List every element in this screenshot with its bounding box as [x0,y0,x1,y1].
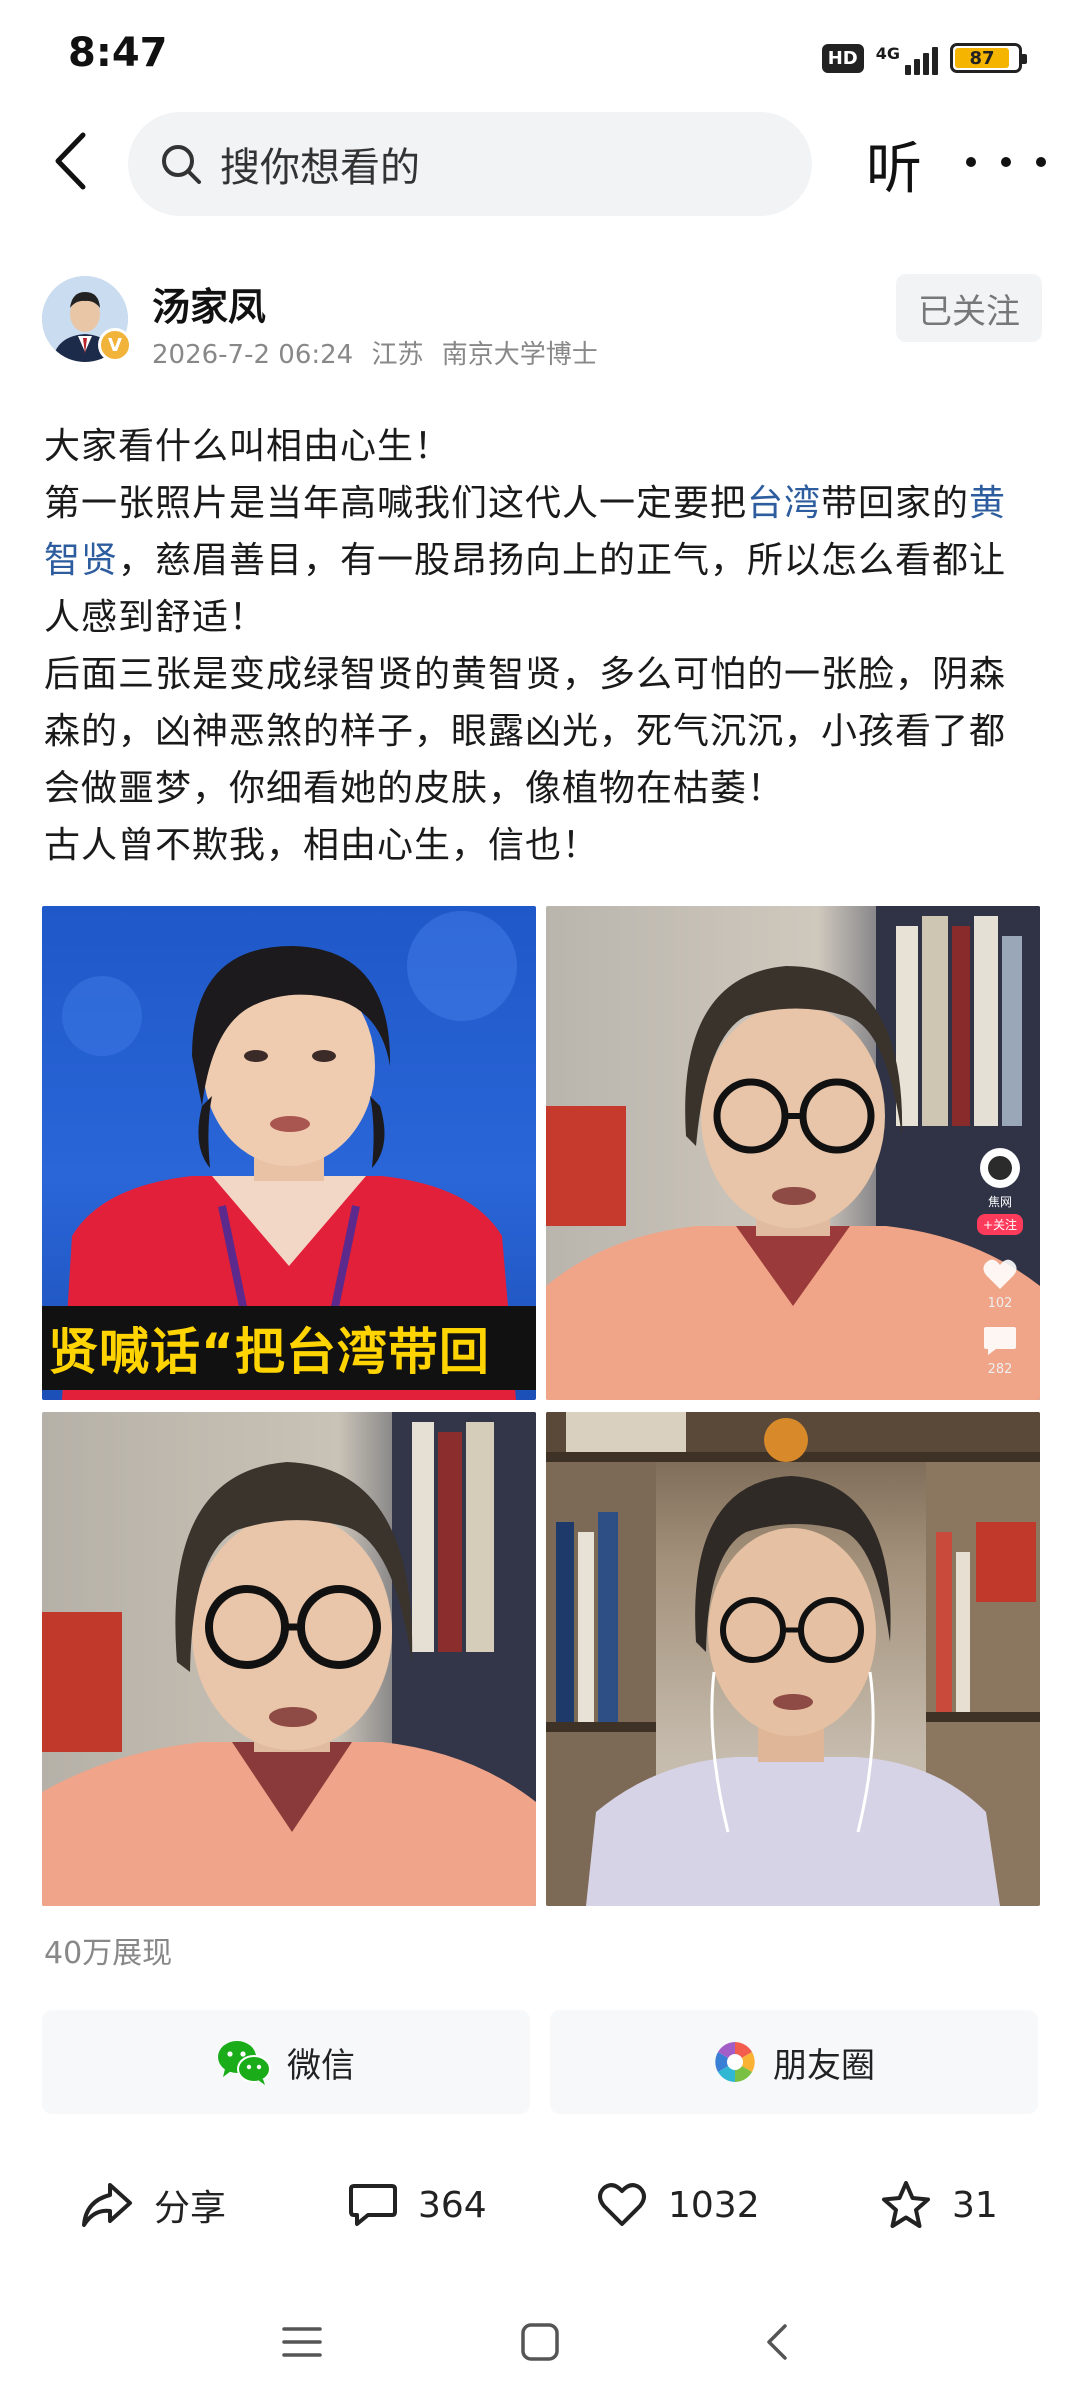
topic-link-taiwan[interactable]: 台湾 [747,483,821,524]
like-button[interactable]: 1032 [596,2160,760,2250]
battery-level: 87 [955,48,1009,69]
more-icon [966,157,976,167]
post-body: 大家看什么叫相由心生！ 第一张照片是当年高喊我们这代人一定要把台湾带回家的黄智贤… [44,418,1040,874]
video-side-controls: 焦网 +关注 102 282 [974,1146,1026,1377]
share-button[interactable]: 分享 [80,2160,226,2250]
moments-icon [715,2042,755,2082]
system-back-button[interactable] [748,2312,808,2372]
post-image-4[interactable] [546,1412,1040,1906]
video-comment-count: 282 [987,1362,1013,1377]
channel-name: 焦网 [987,1195,1012,1209]
comment-count: 364 [418,2184,487,2226]
more-button[interactable] [966,132,1046,192]
heart-icon [983,1259,1017,1289]
share-wechat-label: 微信 [287,2045,355,2086]
hd-badge: HD [821,43,864,73]
comment-icon [349,2184,397,2226]
battery-icon: 87 [950,43,1027,73]
system-nav-bar [0,2290,1080,2400]
search-placeholder: 搜你想看的 [220,145,420,191]
photo-2-graphic [546,906,1040,1400]
author-header: V 汤家凤 2026-7-2 06:24 江苏 南京大学博士 已关注 [42,272,1042,372]
system-menu-button[interactable] [272,2312,332,2372]
signal-icon: 4G [876,41,938,75]
post-image-3[interactable] [42,1412,536,1906]
author-meta: 2026-7-2 06:24 江苏 南京大学博士 [152,334,598,371]
status-bar: 8:47 HD 4G 87 [0,0,1080,110]
action-bar: 分享 364 1032 31 [0,2160,1080,2250]
verified-badge: V [98,328,132,362]
image-caption: 贤喊话“把台湾带回 [42,1306,536,1390]
post-image-2[interactable]: 焦网 +关注 102 282 [546,906,1040,1400]
post-paragraph: 第一张照片是当年高喊我们这代人一定要把台湾带回家的黄智贤，慈眉善目，有一股昂扬向… [44,483,1007,638]
wechat-icon [218,2041,271,2085]
search-icon [162,145,201,184]
like-count: 1032 [668,2184,760,2226]
top-nav: 搜你想看的 听 [0,100,1080,230]
share-icon [82,2183,132,2227]
back-button[interactable] [40,126,100,196]
image-grid: 贤喊话“把台湾带回 焦网 +关注 102 282 [42,906,1040,1906]
follow-button[interactable]: 已关注 [896,274,1042,342]
favorite-count: 31 [952,2184,998,2226]
post-paragraph: 古人曾不欺我，相由心生，信也！ [44,825,600,866]
like-heart-icon [598,2183,646,2226]
video-like-count: 102 [987,1296,1013,1311]
author-name[interactable]: 汤家凤 [152,276,266,331]
post-location: 江苏 [371,340,424,370]
share-row: 微信 朋友圈 [42,2010,1038,2114]
search-input[interactable]: 搜你想看的 [128,112,812,216]
share-moments-label: 朋友圈 [773,2045,875,2086]
share-label: 分享 [154,2188,227,2229]
status-time: 8:47 [68,30,168,76]
post-date: 2026-7-2 06:24 [152,340,354,370]
author-title: 南京大学博士 [441,340,598,370]
favorite-button[interactable]: 31 [880,2160,998,2250]
listen-button[interactable]: 听 [866,124,922,205]
status-icons: HD 4G 87 [821,38,1027,78]
post-paragraph: 后面三张是变成绿智贤的黄智贤，多么可怕的一张脸，阴森森的，凶神恶煞的样子，眼露凶… [44,654,1007,809]
comment-button[interactable]: 364 [348,2160,487,2250]
channel-avatar-icon [980,1148,1020,1188]
home-square-icon [521,2323,559,2361]
menu-icon [282,2327,322,2357]
photo-4-graphic [546,1412,1040,1906]
network-type: 4G [875,44,900,63]
photo-3-graphic [42,1412,536,1906]
share-moments-button[interactable]: 朋友圈 [550,2010,1038,2114]
star-icon [882,2181,930,2228]
share-wechat-button[interactable]: 微信 [42,2010,530,2114]
channel-follow-button: +关注 [976,1214,1024,1235]
comment-bubble-icon [984,1327,1016,1355]
post-line: 大家看什么叫相由心生！ [44,426,452,467]
system-home-button[interactable] [510,2312,570,2372]
system-back-icon [767,2324,787,2360]
caption-text: 贤喊话“把台湾带回 [48,1323,490,1381]
back-arrow-icon [55,132,86,190]
view-count: 40万展现 [44,1936,173,1971]
post-image-1[interactable]: 贤喊话“把台湾带回 [42,906,536,1400]
